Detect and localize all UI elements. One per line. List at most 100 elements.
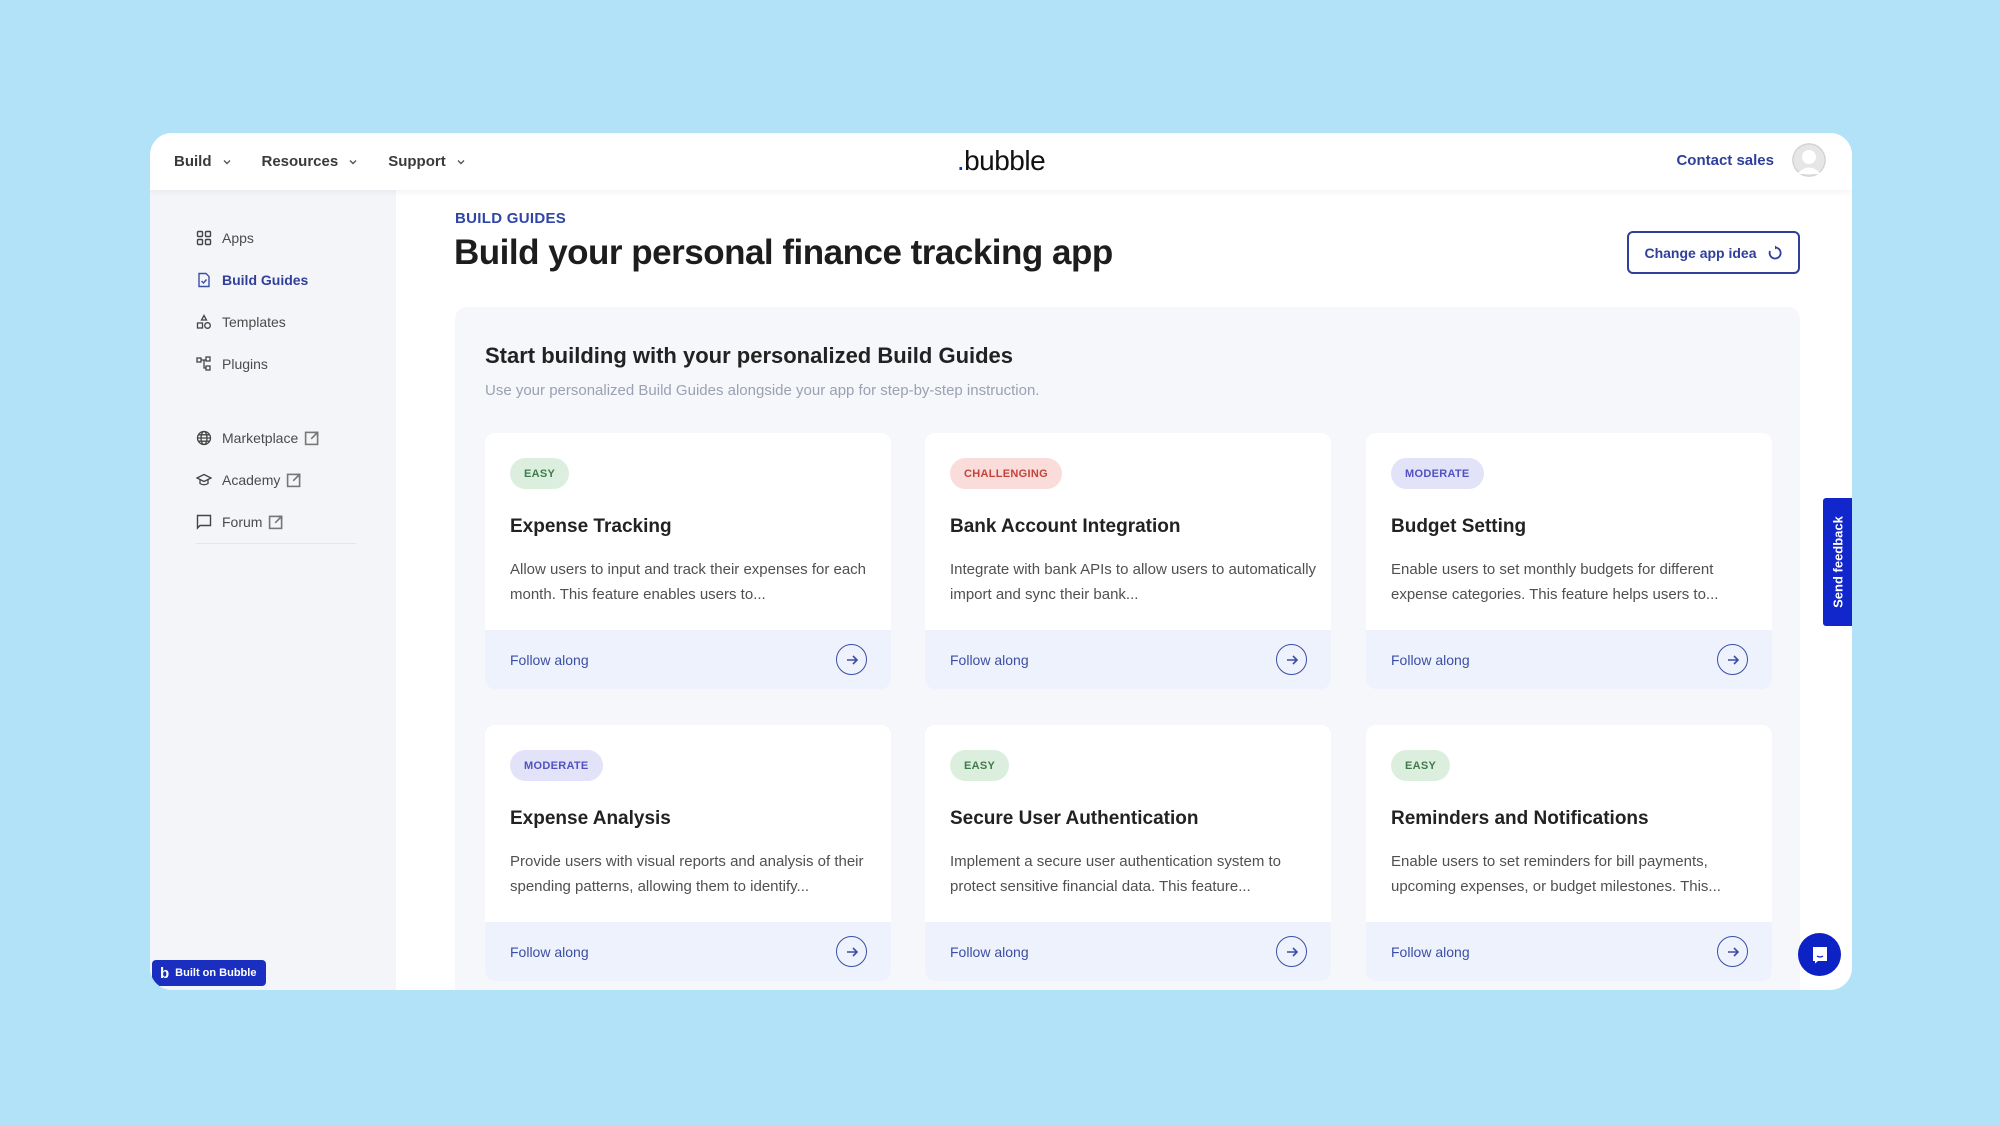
panel-subtitle: Use your personalized Build Guides along… xyxy=(485,382,1040,399)
chat-launcher-button[interactable] xyxy=(1798,933,1841,976)
follow-along-button[interactable]: Follow along xyxy=(1366,630,1772,689)
arrow-right-icon[interactable] xyxy=(1717,936,1748,967)
external-link-icon xyxy=(305,431,319,446)
shapes-icon xyxy=(196,314,211,329)
globe-icon xyxy=(196,430,212,446)
follow-along-button[interactable]: Follow along xyxy=(485,630,891,689)
built-on-bubble-label: Built on Bubble xyxy=(175,967,257,979)
follow-along-label: Follow along xyxy=(510,943,589,960)
logo-text: bubble xyxy=(964,145,1046,176)
plugin-tree-icon xyxy=(196,356,211,371)
user-avatar[interactable] xyxy=(1792,143,1826,177)
guide-card[interactable]: EASY Expense Tracking Allow users to input… xyxy=(485,433,891,689)
send-feedback-label: Send feedback xyxy=(1830,516,1845,608)
guide-title: Expense Tracking xyxy=(510,516,672,537)
guide-title: Expense Analysis xyxy=(510,808,671,829)
follow-along-label: Follow along xyxy=(510,651,589,668)
nav-resources[interactable]: Resources xyxy=(262,153,359,170)
follow-along-button[interactable]: Follow along xyxy=(485,922,891,981)
graduation-cap-icon xyxy=(196,473,212,486)
guide-description: Integrate with bank APIs to allow users … xyxy=(950,561,1317,603)
chevron-down-icon xyxy=(457,159,465,164)
refresh-icon xyxy=(1768,245,1782,259)
bubble-logo[interactable]: .bubble xyxy=(957,145,1046,177)
external-link-icon xyxy=(287,473,301,488)
sidebar-item-academy[interactable]: Academy xyxy=(196,472,302,488)
arrow-right-icon[interactable] xyxy=(836,936,867,967)
sidebar-item-marketplace[interactable]: Marketplace xyxy=(196,430,320,446)
sidebar-item-apps[interactable]: Apps xyxy=(196,230,254,246)
arrow-right-icon[interactable] xyxy=(836,644,867,675)
chevron-down-icon xyxy=(223,159,230,164)
nav-support-label: Support xyxy=(388,153,446,170)
breadcrumb: BUILD GUIDES xyxy=(455,210,567,227)
sidebar-item-templates[interactable]: Templates xyxy=(196,314,286,330)
guide-card[interactable]: CHALLENGING Bank Account Integration Integ… xyxy=(925,433,1331,689)
external-link-icon xyxy=(269,515,283,530)
follow-along-button[interactable]: Follow along xyxy=(925,922,1331,981)
chevron-down-icon xyxy=(349,159,357,164)
page-title: Build your personal finance tracking app xyxy=(454,233,1113,272)
nav-build-label: Build xyxy=(174,153,212,170)
sidebar-item-label: Build Guides xyxy=(222,272,309,288)
sidebar: Apps Build Guides Templates Plugins Mark… xyxy=(150,190,396,990)
nav-build[interactable]: Build xyxy=(174,153,232,170)
sidebar-item-label: Marketplace xyxy=(222,430,299,446)
app-window: Build Resources Support .bubble Contact … xyxy=(150,133,1852,990)
guide-title: Reminders and Notifications xyxy=(1391,808,1649,829)
contact-sales-link[interactable]: Contact sales xyxy=(1676,152,1774,169)
guide-title: Bank Account Integration xyxy=(950,516,1181,537)
user-silhouette-icon xyxy=(1792,143,1826,177)
sidebar-item-label: Plugins xyxy=(222,356,268,372)
guide-title: Secure User Authentication xyxy=(950,808,1199,829)
sidebar-item-label: Academy xyxy=(222,472,281,488)
build-guides-panel: Start building with your personalized Bu… xyxy=(455,307,1800,990)
chat-bubble-icon xyxy=(1812,946,1827,963)
sidebar-item-label: Apps xyxy=(222,230,254,246)
follow-along-label: Follow along xyxy=(950,943,1029,960)
follow-along-button[interactable]: Follow along xyxy=(1366,922,1772,981)
apps-grid-icon xyxy=(196,230,212,246)
chat-square-icon xyxy=(196,514,212,530)
follow-along-label: Follow along xyxy=(1391,943,1470,960)
main-nav: Build Resources Support xyxy=(174,133,466,190)
difficulty-badge: MODERATE xyxy=(1391,458,1484,489)
bubble-b-icon: b xyxy=(160,964,170,982)
follow-along-label: Follow along xyxy=(950,651,1029,668)
guide-description: Provide users with visual reports and an… xyxy=(510,853,864,895)
arrow-right-icon[interactable] xyxy=(1717,644,1748,675)
difficulty-badge: MODERATE xyxy=(510,750,603,781)
sidebar-item-plugins[interactable]: Plugins xyxy=(196,356,268,372)
guide-card[interactable]: MODERATE Budget Setting Enable users to se… xyxy=(1366,433,1772,689)
guide-description: Enable users to set reminders for bill p… xyxy=(1391,853,1721,895)
guide-title: Budget Setting xyxy=(1391,516,1527,537)
guide-description: Implement a secure user authentication s… xyxy=(950,853,1281,895)
follow-along-button[interactable]: Follow along xyxy=(925,630,1331,689)
document-check-icon xyxy=(198,272,210,288)
guide-card[interactable]: EASY Reminders and Notifications Enable us… xyxy=(1366,725,1772,981)
guide-card[interactable]: MODERATE Expense Analysis Provide users wi… xyxy=(485,725,891,981)
difficulty-badge: EASY xyxy=(1391,750,1451,781)
sidebar-item-label: Forum xyxy=(222,514,263,530)
follow-along-label: Follow along xyxy=(1391,651,1470,668)
difficulty-badge: CHALLENGING xyxy=(950,458,1062,489)
arrow-right-icon[interactable] xyxy=(1276,936,1307,967)
nav-resources-label: Resources xyxy=(261,153,339,170)
arrow-right-icon[interactable] xyxy=(1276,644,1307,675)
guide-description: Allow users to input and track their exp… xyxy=(510,561,867,603)
built-on-bubble-badge[interactable]: b Built on Bubble xyxy=(152,960,266,986)
guide-card[interactable]: EASY Secure User Authentication Implement … xyxy=(925,725,1331,981)
difficulty-badge: EASY xyxy=(950,750,1010,781)
nav-support[interactable]: Support xyxy=(388,153,466,170)
change-app-idea-label: Change app idea xyxy=(1644,244,1757,261)
sidebar-item-label: Templates xyxy=(222,314,286,330)
guide-description: Enable users to set monthly budgets for … xyxy=(1391,561,1719,603)
sidebar-item-build-guides[interactable]: Build Guides xyxy=(196,272,308,288)
sidebar-divider xyxy=(196,543,356,544)
top-navigation-bar: Build Resources Support .bubble Contact … xyxy=(150,133,1852,190)
sidebar-item-forum[interactable]: Forum xyxy=(196,514,284,530)
difficulty-badge: EASY xyxy=(510,458,570,489)
change-app-idea-button[interactable]: Change app idea xyxy=(1627,231,1800,274)
panel-title: Start building with your personalized Bu… xyxy=(485,343,1014,368)
send-feedback-tab[interactable]: Send feedback xyxy=(1823,498,1852,626)
